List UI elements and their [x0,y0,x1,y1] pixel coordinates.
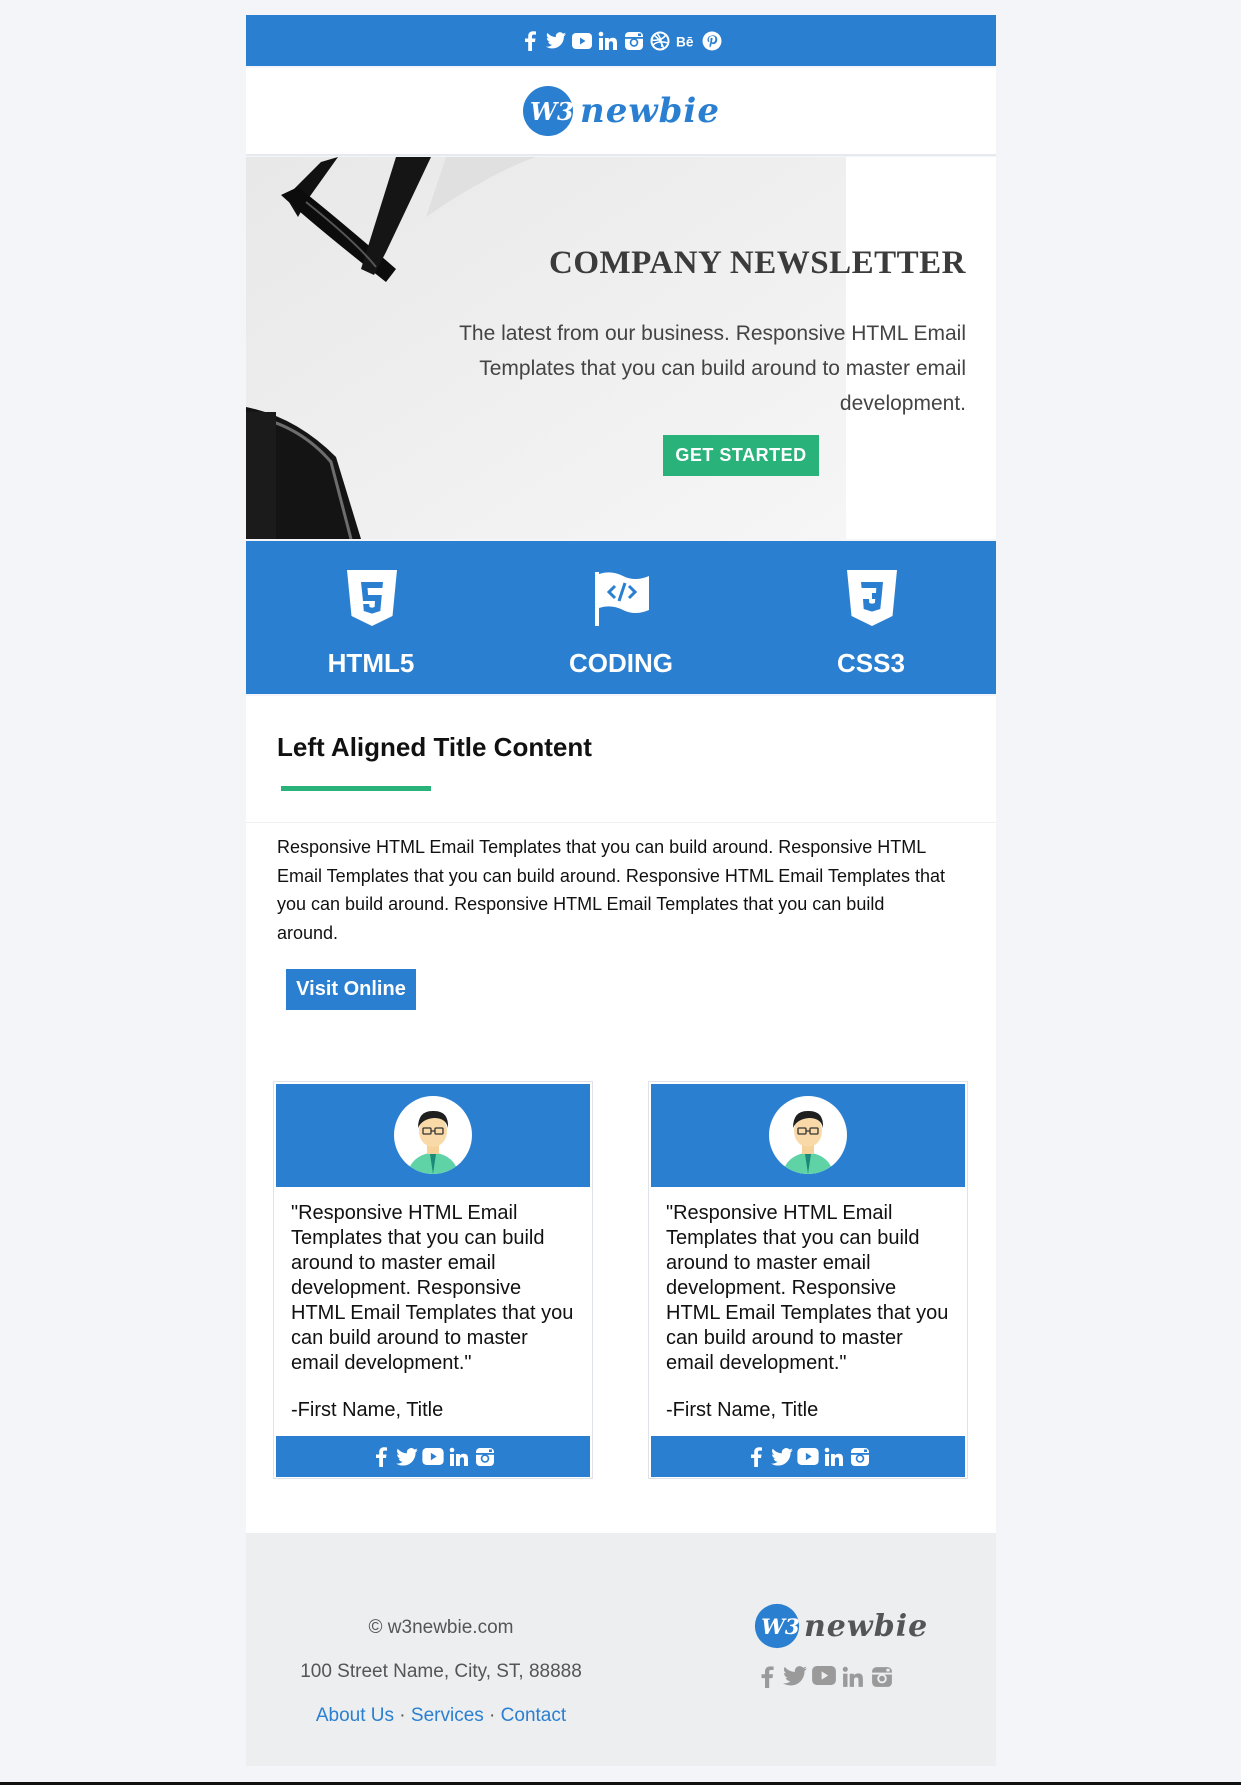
html5-icon [347,570,397,626]
visit-online-button[interactable]: Visit Online [286,969,416,1010]
code-flag-icon [595,572,649,626]
footer-links: About Us · Services · Contact [246,1705,636,1727]
hero-section: COMPANY NEWSLETTER The latest from our b… [246,157,996,539]
testimonial-quote: "Responsive HTML Email Templates that yo… [666,1202,949,1374]
brand-logo[interactable]: W3 newbie [522,85,720,137]
testimonial-header [276,1084,590,1187]
logo-bar: W3 newbie [246,68,996,156]
twitter-icon[interactable] [396,1447,418,1466]
facebook-icon[interactable] [756,1666,778,1688]
testimonial-social-bar [276,1436,590,1477]
section-body: Responsive HTML Email Templates that you… [277,837,946,943]
footer-social [756,1666,894,1688]
youtube-icon[interactable] [572,31,592,51]
twitter-icon[interactable] [546,31,566,51]
testimonial-signature: -First Name, Title [291,1399,444,1421]
instagram-icon[interactable] [870,1666,894,1688]
instagram-icon[interactable] [474,1447,496,1467]
content-section: Left Aligned Title Content Responsive HT… [246,696,996,1546]
youtube-icon[interactable] [812,1666,836,1685]
contact-link[interactable]: Contact [501,1705,566,1726]
testimonial-social-bar [651,1436,965,1477]
twitter-icon[interactable] [783,1666,807,1686]
testimonial-signature: -First Name, Title [666,1399,819,1421]
footer-copyright: © w3newbie.com [368,1617,514,1638]
footer: © w3newbie.com 100 Street Name, City, ST… [246,1533,996,1766]
get-started-button[interactable]: GET STARTED [663,435,819,476]
features-band: HTML5 CODING CSS3 [246,541,996,694]
link-separator: · [489,1705,496,1726]
title-underline [281,786,431,791]
logo-text: newbie [580,91,720,131]
footer-address: 100 Street Name, City, ST, 88888 [300,1661,582,1682]
twitter-icon[interactable] [771,1447,793,1466]
footer-logo[interactable]: W3 newbie [754,1603,928,1649]
hero-title: COMPANY NEWSLETTER [549,245,966,281]
feature-label: CODING [569,648,673,678]
feature-label: HTML5 [327,648,415,678]
logo-mark-icon: W3 [523,86,574,136]
linkedin-icon[interactable] [823,1447,845,1467]
linkedin-icon[interactable] [448,1447,470,1467]
feature-label: CSS3 [837,648,905,678]
logo-text: newbie [804,1608,929,1644]
avatar [394,1096,472,1174]
facebook-icon[interactable] [520,30,540,51]
testimonial-header [651,1084,965,1187]
link-separator: · [399,1705,406,1726]
about-us-link[interactable]: About Us [316,1705,394,1726]
avatar [769,1096,847,1174]
dribbble-icon[interactable] [650,31,670,51]
linkedin-icon[interactable] [841,1666,865,1688]
top-social-bar: Bē [246,15,996,66]
behance-icon[interactable]: Bē [676,31,696,51]
svg-text:W3: W3 [530,97,574,126]
youtube-icon[interactable] [422,1448,444,1465]
testimonial-card: "Responsive HTML Email Templates that yo… [273,1081,593,1479]
svg-text:W3: W3 [761,1615,800,1640]
testimonial-card: "Responsive HTML Email Templates that yo… [648,1081,968,1479]
linkedin-icon[interactable] [598,31,618,51]
feature-coding: CODING [496,541,746,694]
feature-html5: HTML5 [246,541,496,694]
feature-css3: CSS3 [746,541,996,694]
instagram-icon[interactable] [624,31,644,51]
pinterest-icon[interactable] [702,31,722,51]
css3-icon [847,570,897,626]
divider [246,822,996,823]
facebook-icon[interactable] [745,1446,767,1467]
section-title: Left Aligned Title Content [277,732,592,762]
instagram-icon[interactable] [849,1447,871,1467]
facebook-icon[interactable] [370,1446,392,1467]
svg-text:Bē: Bē [676,34,694,49]
logo-mark-icon: W3 [754,1603,800,1649]
services-link[interactable]: Services [411,1705,484,1726]
hero-text: The latest from our business. Responsive… [459,322,966,415]
testimonial-quote: "Responsive HTML Email Templates that yo… [291,1202,574,1374]
youtube-icon[interactable] [797,1448,819,1465]
